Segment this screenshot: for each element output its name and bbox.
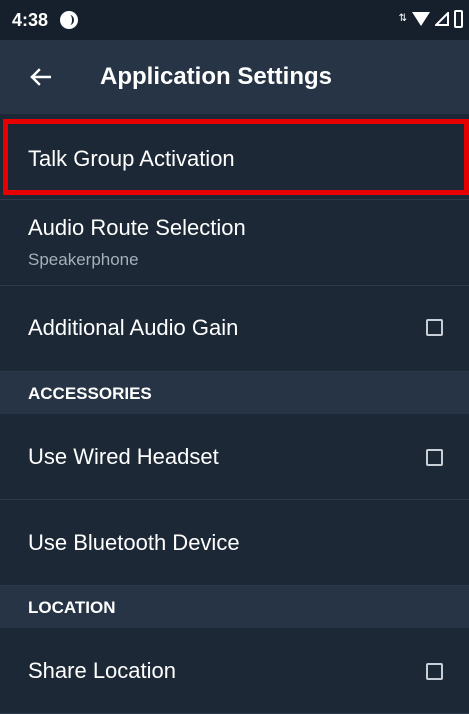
app-bar: Application Settings [0,40,469,114]
battery-icon [454,10,463,28]
setting-share-location[interactable]: Share Location [0,628,469,714]
section-title: LOCATION [28,598,116,617]
section-header-accessories: ACCESSORIES [0,372,469,414]
settings-list: Talk Group Activation Audio Route Select… [0,114,469,714]
audio-gain-checkbox[interactable] [426,319,443,336]
setting-label: Additional Audio Gain [28,315,239,340]
status-icons: ⇅ [399,10,463,28]
setting-use-wired-headset[interactable]: Use Wired Headset [0,414,469,500]
status-time: 4:38 [12,9,49,30]
setting-additional-audio-gain[interactable]: Additional Audio Gain [0,286,469,372]
section-header-location: LOCATION [0,586,469,628]
wired-headset-checkbox[interactable] [426,449,443,466]
signal-icon [435,12,449,26]
setting-label: Audio Route Selection [28,215,246,240]
setting-label: Use Bluetooth Device [28,530,240,555]
highlight-box [3,119,469,195]
page-title: Application Settings [100,63,333,90]
setting-use-bluetooth-device[interactable]: Use Bluetooth Device [0,500,469,586]
status-bar: 4:38 ⇅ [0,0,469,40]
notification-icon [60,11,79,29]
share-location-checkbox[interactable] [426,663,443,680]
section-title: ACCESSORIES [28,384,152,403]
setting-audio-route-selection[interactable]: Audio Route Selection Speakerphone [0,200,469,286]
setting-label: Share Location [28,658,176,683]
setting-label: Use Wired Headset [28,444,219,469]
setting-value: Speakerphone [28,250,139,269]
wifi-icon [412,12,430,26]
back-arrow-icon[interactable] [28,65,52,89]
data-activity-icon: ⇅ [398,13,407,24]
